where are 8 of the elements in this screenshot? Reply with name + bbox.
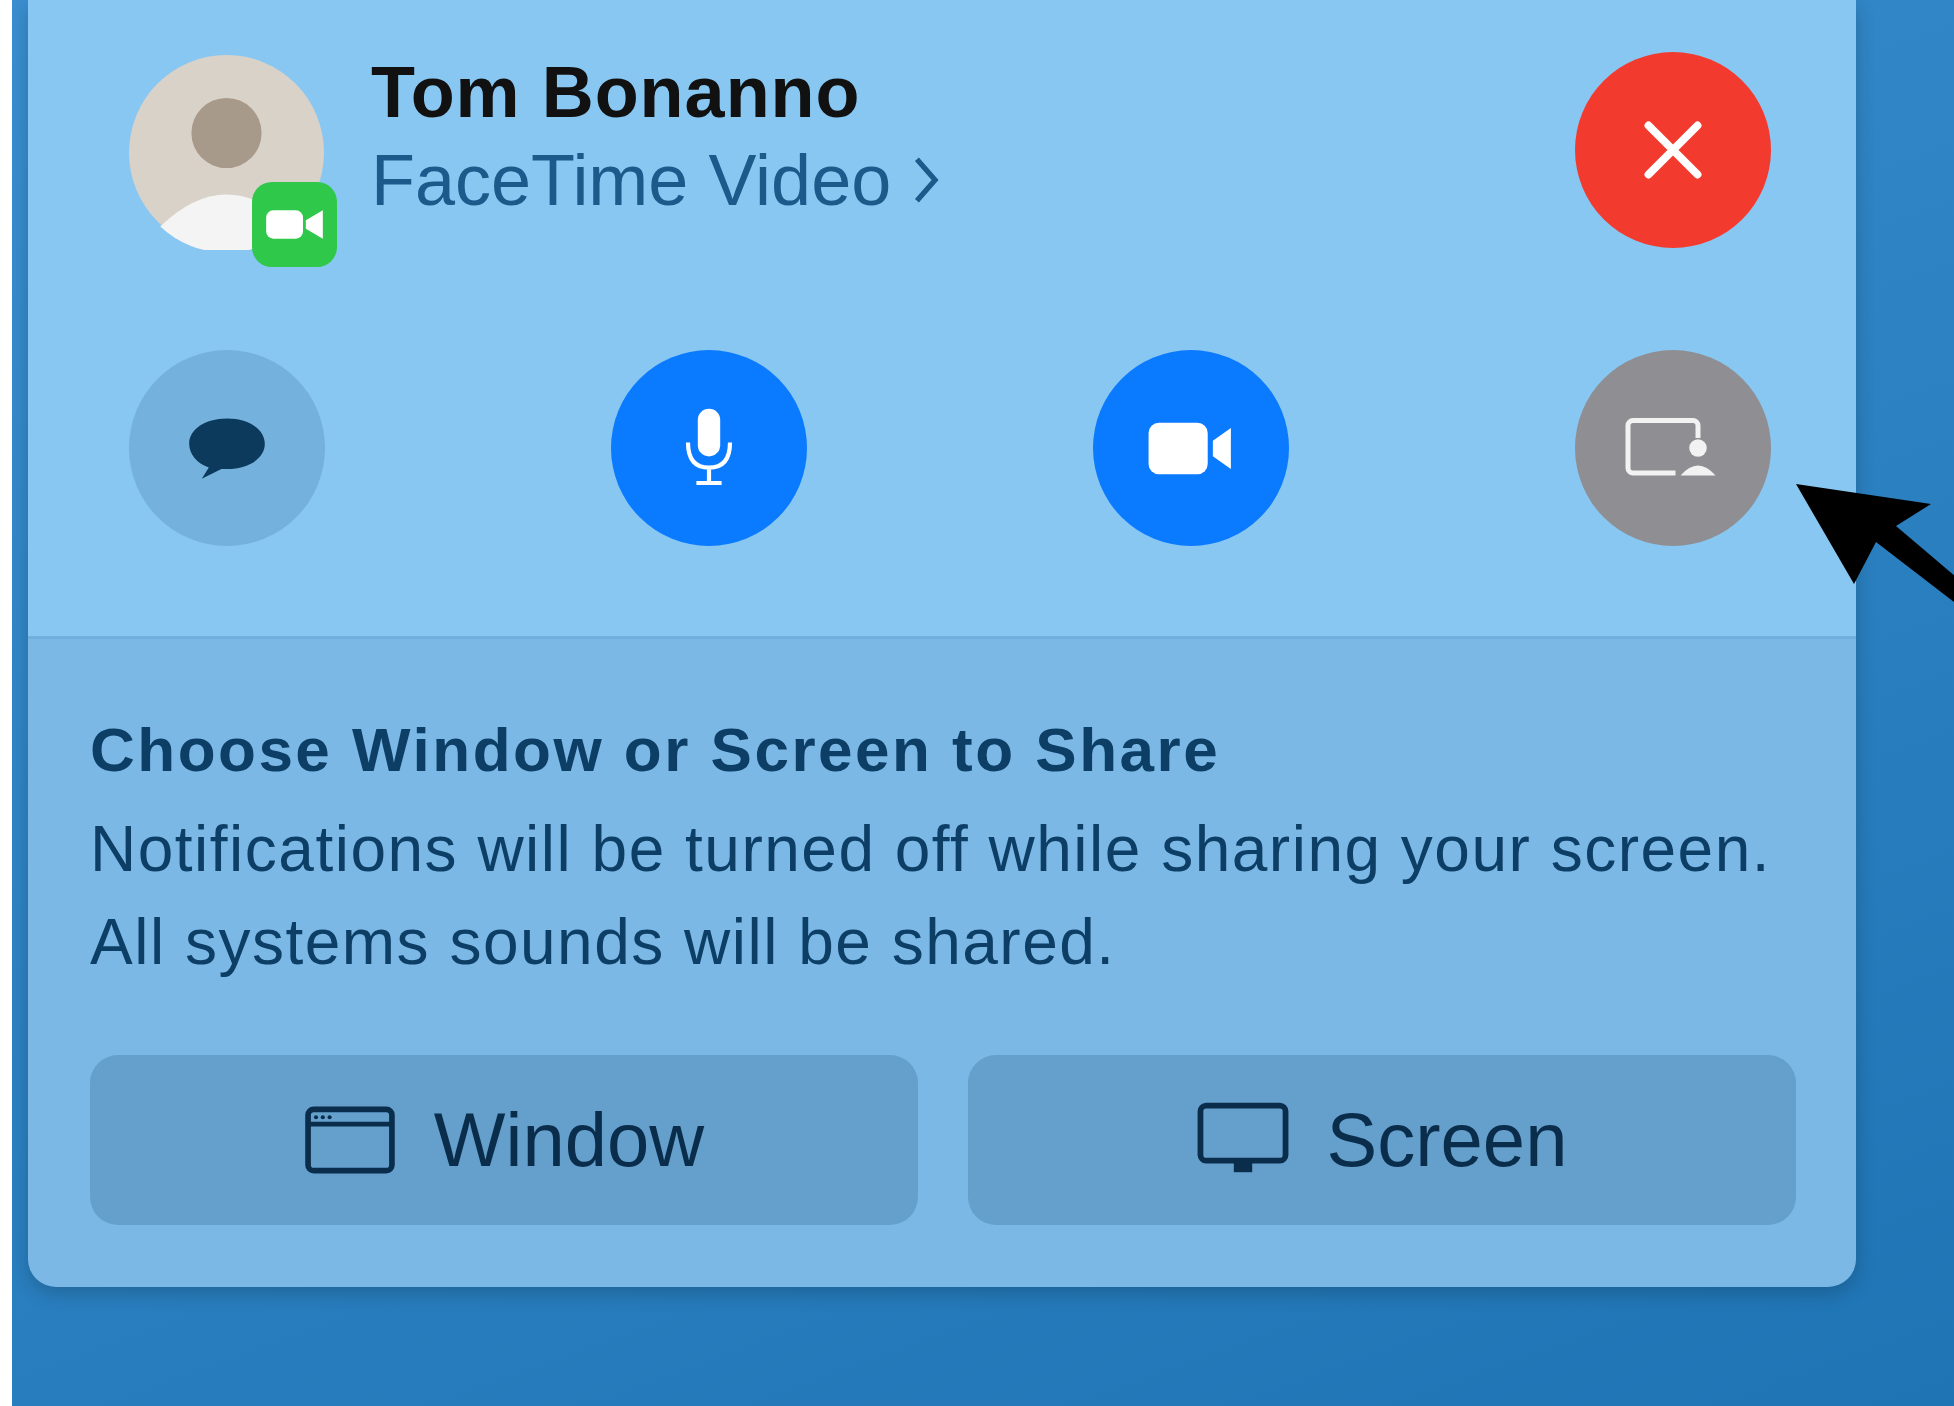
contact-name: Tom Bonanno bbox=[371, 50, 862, 134]
screen-share-button[interactable]: Screen bbox=[968, 1054, 1796, 1225]
window-share-button[interactable]: Window bbox=[90, 1054, 918, 1225]
video-camera-badge-icon bbox=[252, 182, 337, 267]
share-message: Notifications will be turned off while sharing your screen. All systems sounds will be shared. bbox=[90, 812, 1772, 980]
window-icon bbox=[303, 1105, 396, 1174]
call-type-link[interactable]: FaceTime Video bbox=[371, 136, 1575, 224]
share-title: Choose Window or Screen to Share bbox=[90, 714, 1222, 785]
